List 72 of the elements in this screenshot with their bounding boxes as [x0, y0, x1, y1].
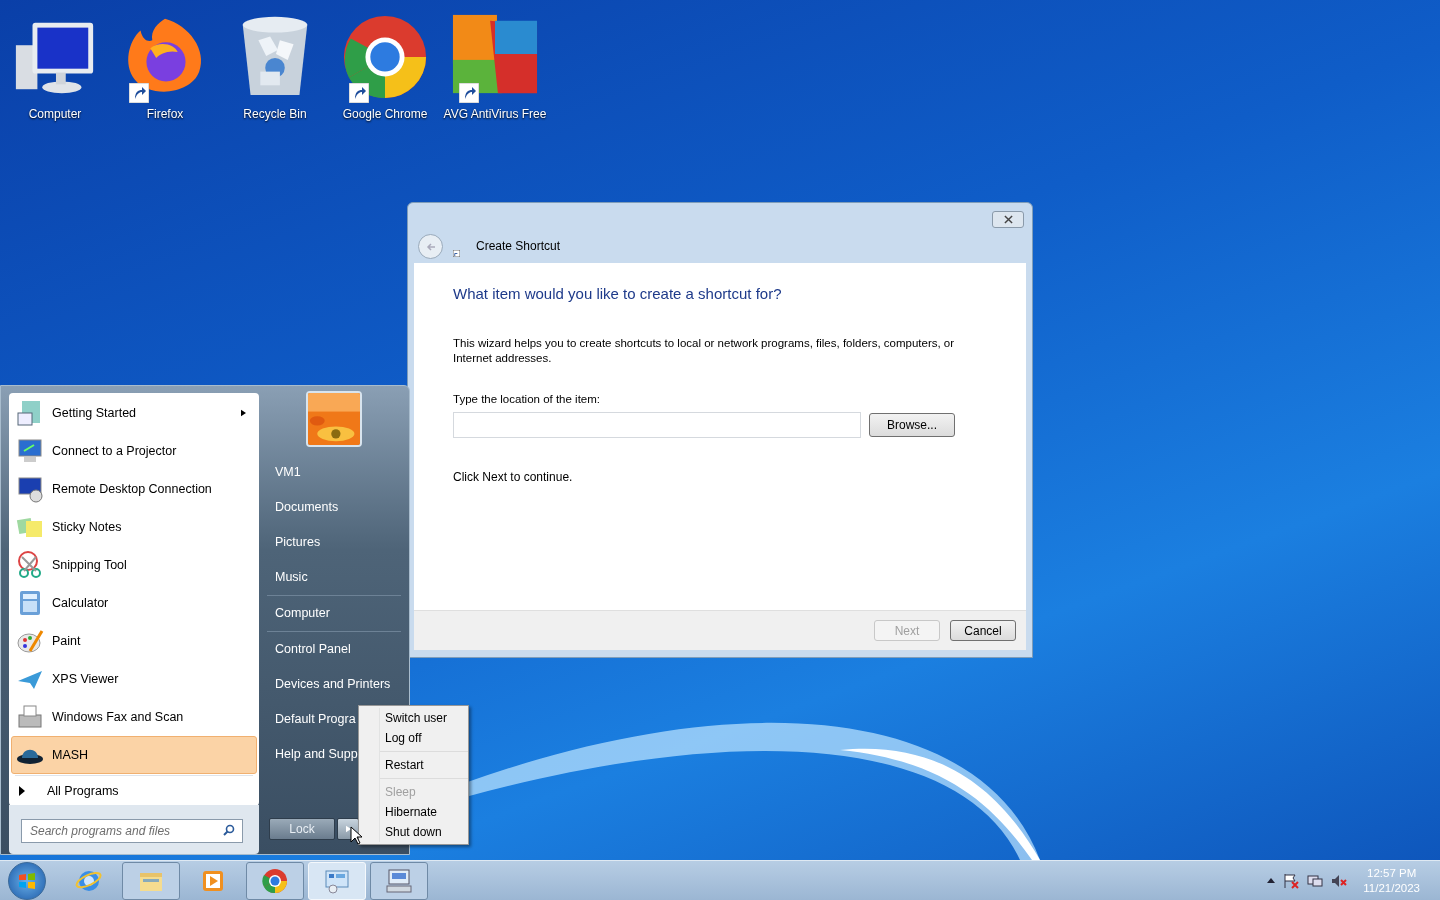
program-item[interactable]: Paint	[11, 622, 257, 660]
network-icon[interactable]	[1307, 872, 1324, 889]
expand-arrow-icon	[19, 786, 25, 796]
shortcut-arrow-icon	[129, 83, 149, 103]
program-item[interactable]: Remote Desktop Connection	[11, 470, 257, 508]
program-item[interactable]: XPS Viewer	[11, 660, 257, 698]
dialog-title: Create Shortcut	[476, 238, 561, 255]
program-label: Sticky Notes	[52, 518, 123, 536]
program-item[interactable]: Sticky Notes	[11, 508, 257, 546]
program-label: Getting Started	[52, 404, 138, 422]
program-label: Paint	[52, 632, 82, 650]
power-menu-item[interactable]: Hibernate	[380, 802, 468, 822]
place-item[interactable]: Pictures	[267, 525, 401, 560]
program-label: Remote Desktop Connection	[52, 480, 213, 498]
shortcut-arrow-icon	[453, 250, 460, 257]
scissors-icon	[16, 551, 44, 579]
desktop-icon-label[interactable]: Firefox	[146, 105, 184, 123]
search-icon	[223, 823, 235, 836]
wizard-heading: What item would you like to create a shortcut for?	[453, 284, 783, 304]
taskbar-button[interactable]	[370, 861, 428, 900]
desktop-icon-label[interactable]: Recycle Bin	[243, 105, 307, 123]
power-menu-item[interactable]: Switch user	[380, 708, 468, 728]
location-field[interactable]	[453, 411, 861, 438]
monitor-icon	[16, 437, 44, 465]
back-arrow-icon	[424, 240, 437, 253]
program-label: Windows Fax and Scan	[52, 708, 185, 726]
field-label: Type the location of the item:	[453, 391, 602, 407]
program-item[interactable]: Windows Fax and Scan	[11, 698, 257, 736]
flag-icon[interactable]	[1283, 872, 1300, 889]
desktop-icon-label[interactable]: Computer	[28, 105, 82, 123]
program-label: Connect to a Projector	[52, 442, 178, 460]
ring-icon	[261, 866, 289, 895]
place-item[interactable]: Devices and Printers	[267, 667, 401, 702]
printer-icon	[16, 703, 44, 731]
taskbar-button[interactable]	[122, 861, 180, 900]
shortcut-arrow-icon	[349, 83, 369, 103]
start-button[interactable]	[8, 861, 46, 900]
program-label: XPS Viewer	[52, 670, 120, 688]
dialog-button[interactable]: Cancel	[950, 620, 1016, 641]
place-item[interactable]: Control Panel	[267, 632, 401, 667]
program-label: Snipping Tool	[52, 556, 128, 574]
keyboard-icon	[385, 866, 413, 895]
search-field[interactable]: Search programs and files	[21, 818, 243, 843]
program-label: Calculator	[52, 594, 110, 612]
wizard-description: This wizard helps you to create shortcuts to local or network programs, files, folders, computers, or Internet addresses.	[453, 335, 956, 366]
desktop-icon-label[interactable]: AVG AntiVirus Free	[443, 105, 547, 123]
place-item[interactable]: Music	[267, 560, 401, 595]
back-button[interactable]	[418, 234, 443, 259]
place-item[interactable]: Documents	[267, 490, 401, 525]
submenu-arrow-icon	[241, 409, 246, 417]
program-item[interactable]: Snipping Tool	[11, 546, 257, 584]
program-item[interactable]: Getting Started	[11, 394, 257, 432]
place-item[interactable]: VM1	[267, 455, 401, 490]
taskbar-button[interactable]	[246, 861, 304, 900]
browse-button[interactable]: Browse...	[869, 412, 955, 437]
monitor-icon	[16, 475, 44, 503]
close-icon	[1003, 215, 1013, 224]
power-menu-item[interactable]: Log off	[380, 728, 468, 748]
shortcut-arrow-icon	[459, 83, 479, 103]
flag-logo-icon	[17, 870, 37, 891]
program-item[interactable]: Connect to a Projector	[11, 432, 257, 470]
program-label: MASH	[52, 746, 90, 764]
place-item[interactable]: Computer	[267, 596, 401, 631]
power-menu-item[interactable]: Shut down	[380, 822, 468, 842]
program-item[interactable]: Calculator	[11, 584, 257, 622]
desktop-icon-label[interactable]: Google Chrome	[342, 105, 428, 123]
wizard-hint: Click Next to continue.	[453, 468, 574, 486]
power-menu-item[interactable]: Restart	[380, 755, 468, 775]
all-programs-item[interactable]: All Programs	[9, 776, 259, 806]
program-item[interactable]: MASH	[11, 736, 257, 774]
caret-up-icon[interactable]	[1267, 878, 1276, 883]
close-button[interactable]	[992, 211, 1024, 228]
